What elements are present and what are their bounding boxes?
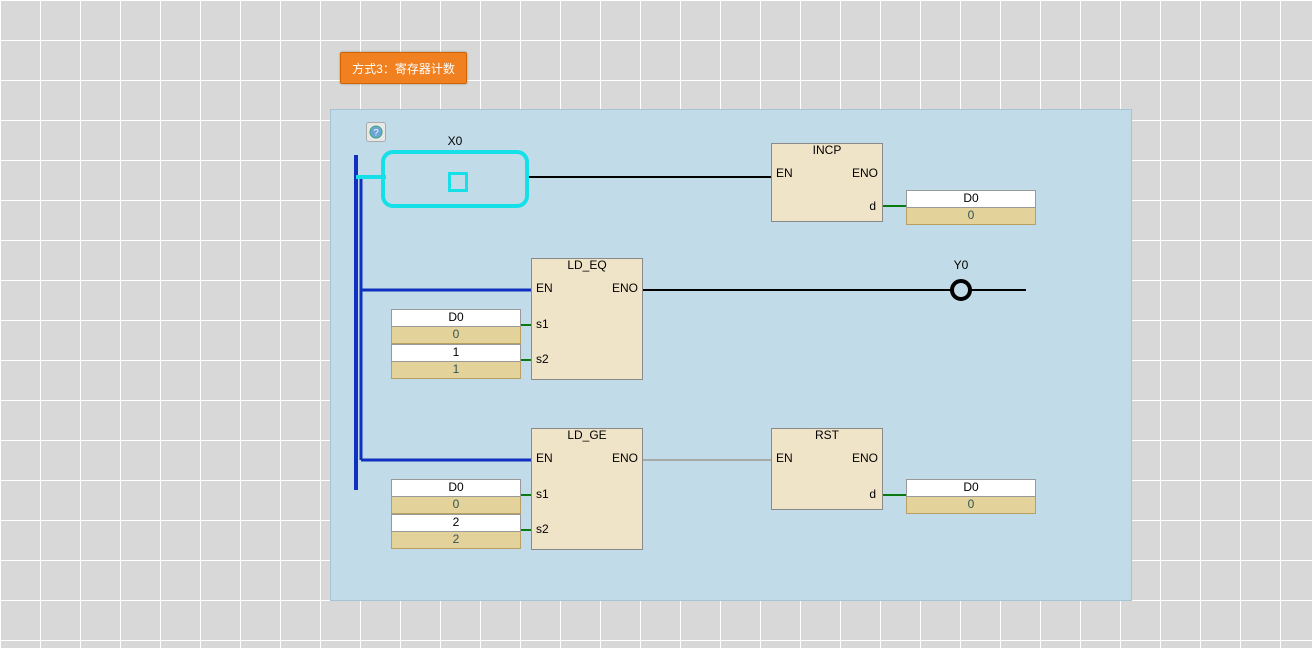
tag-name: 1 — [391, 344, 521, 362]
block-ldge[interactable]: LD_GE EN ENO s1 s2 — [531, 428, 643, 550]
tag-name: D0 — [391, 309, 521, 327]
tag-ldge-s1[interactable]: D0 0 — [391, 479, 521, 514]
tag-ldeq-s1[interactable]: D0 0 — [391, 309, 521, 344]
pin-eno: ENO — [852, 166, 878, 180]
ladder-canvas[interactable]: ? X0 INCP E — [330, 109, 1132, 601]
tag-name: 2 — [391, 514, 521, 532]
method-title-button[interactable]: 方式3：寄存器计数 — [340, 52, 467, 84]
tag-value: 0 — [906, 497, 1036, 514]
contact-symbol — [448, 172, 468, 192]
tag-name: D0 — [906, 190, 1036, 208]
pin-eno: ENO — [612, 451, 638, 465]
pin-s2: s2 — [536, 522, 549, 536]
pin-en: EN — [776, 166, 793, 180]
block-ldeq[interactable]: LD_EQ EN ENO s1 s2 — [531, 258, 643, 380]
tag-value: 0 — [391, 497, 521, 514]
block-incp-title: INCP — [772, 143, 882, 157]
tag-incp-d[interactable]: D0 0 — [906, 190, 1036, 225]
tag-ldeq-s2[interactable]: 1 1 — [391, 344, 521, 379]
pin-d: d — [869, 199, 876, 213]
pin-en: EN — [536, 451, 553, 465]
pin-s1: s1 — [536, 317, 549, 331]
coil-y0[interactable]: Y0 — [947, 276, 975, 304]
pin-s1: s1 — [536, 487, 549, 501]
tag-value: 0 — [391, 327, 521, 344]
pin-en: EN — [536, 281, 553, 295]
block-incp[interactable]: INCP EN ENO d — [771, 143, 883, 222]
tag-value: 1 — [391, 362, 521, 379]
tag-value: 0 — [906, 208, 1036, 225]
pin-eno: ENO — [852, 451, 878, 465]
coil-icon — [947, 276, 975, 304]
coil-label: Y0 — [947, 258, 975, 272]
tag-ldge-s2[interactable]: 2 2 — [391, 514, 521, 549]
block-rst[interactable]: RST EN ENO d — [771, 428, 883, 510]
tag-name: D0 — [391, 479, 521, 497]
block-ldge-title: LD_GE — [532, 428, 642, 442]
block-rst-title: RST — [772, 428, 882, 442]
pin-d: d — [869, 487, 876, 501]
tag-name: D0 — [906, 479, 1036, 497]
contact-x0[interactable]: X0 — [381, 150, 529, 208]
pin-s2: s2 — [536, 352, 549, 366]
pin-en: EN — [776, 451, 793, 465]
tag-value: 2 — [391, 532, 521, 549]
block-ldeq-title: LD_EQ — [532, 258, 642, 272]
pin-eno: ENO — [612, 281, 638, 295]
tag-rst-d[interactable]: D0 0 — [906, 479, 1036, 514]
method-title-label: 方式3：寄存器计数 — [352, 60, 455, 77]
